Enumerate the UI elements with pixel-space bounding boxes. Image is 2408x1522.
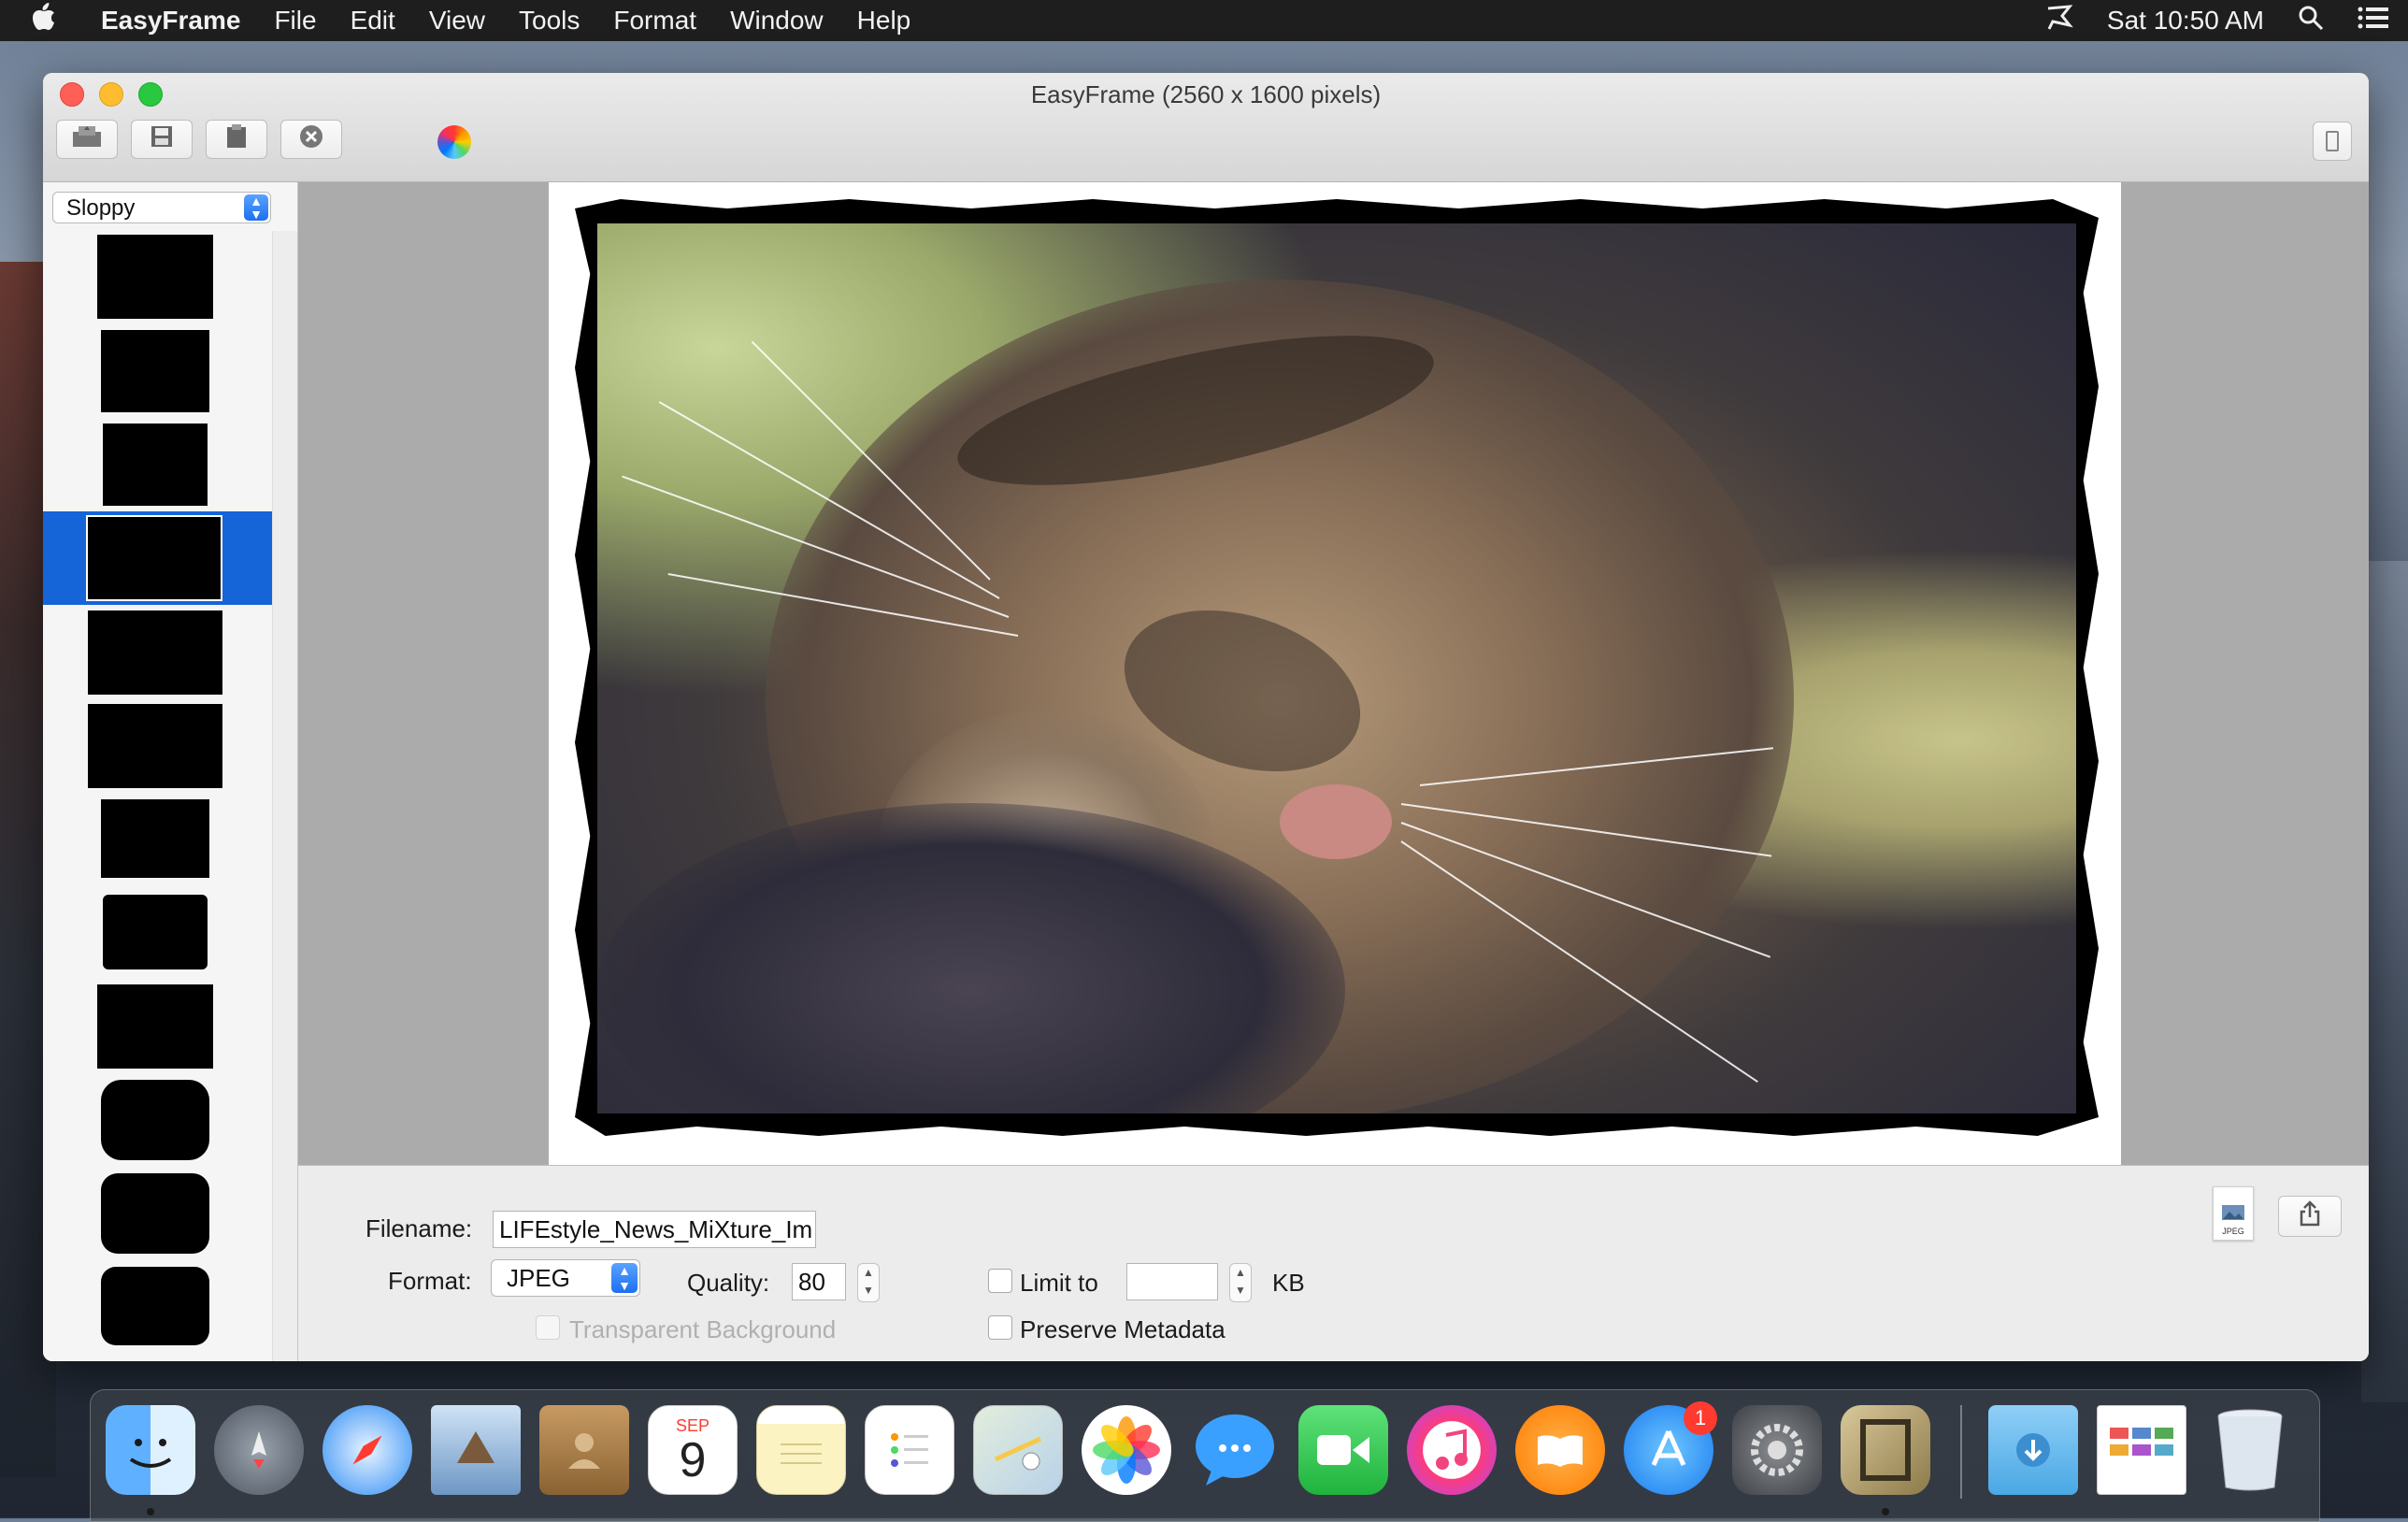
chevron-updown-icon: ▲ ▼ bbox=[611, 1263, 638, 1293]
share-icon bbox=[2300, 1199, 2320, 1233]
frame-thumbnail[interactable] bbox=[43, 1072, 273, 1166]
frame-thumbnail[interactable] bbox=[43, 1166, 273, 1259]
notes-icon[interactable] bbox=[756, 1405, 846, 1495]
frame-thumbnail[interactable] bbox=[43, 605, 273, 698]
share-button[interactable] bbox=[2278, 1196, 2342, 1237]
calendar-day: 9 bbox=[679, 1432, 707, 1487]
easyframe-window: EasyFrame (2560 x 1600 pixels) Sloppy ▲ … bbox=[43, 73, 2369, 1361]
frame-style-select[interactable]: Sloppy ▲ ▼ bbox=[52, 192, 271, 223]
quality-field[interactable]: 80 bbox=[792, 1263, 846, 1300]
menu-bar: EasyFrame File Edit View Tools Format Wi… bbox=[0, 0, 2408, 41]
app-store-badge: 1 bbox=[1684, 1401, 1717, 1435]
close-image-icon bbox=[298, 123, 324, 156]
launchpad-icon[interactable] bbox=[214, 1405, 304, 1495]
export-panel: Filename: LIFEstyle_News_MiXture_Im Form… bbox=[298, 1165, 2369, 1361]
close-image-button[interactable] bbox=[280, 120, 342, 159]
frame-thumbnail[interactable] bbox=[43, 418, 273, 511]
transparent-background-label: Transparent Background bbox=[569, 1315, 837, 1343]
limit-size-checkbox[interactable] bbox=[988, 1269, 1012, 1293]
limit-size-stepper[interactable]: ▲ ▼ bbox=[1229, 1263, 1252, 1302]
frame-thumbnail[interactable] bbox=[43, 885, 273, 979]
frame-thumbnail[interactable] bbox=[43, 792, 273, 885]
copy-to-clipboard-button[interactable] bbox=[206, 120, 267, 159]
limit-to-label: Limit to bbox=[1020, 1269, 1098, 1297]
menu-format[interactable]: Format bbox=[613, 6, 696, 36]
frame-thumbnail[interactable] bbox=[43, 1259, 273, 1353]
menu-view[interactable]: View bbox=[429, 6, 485, 36]
limit-size-field[interactable] bbox=[1126, 1263, 1218, 1300]
preview-document-icon[interactable] bbox=[2097, 1405, 2186, 1495]
app-store-icon[interactable]: 1 bbox=[1624, 1401, 1717, 1495]
frame-thumbnail[interactable] bbox=[43, 324, 273, 418]
title-bar: EasyFrame (2560 x 1600 pixels) bbox=[43, 73, 2369, 182]
menu-tools[interactable]: Tools bbox=[519, 6, 580, 36]
color-wheel-icon[interactable] bbox=[437, 125, 471, 159]
calendar-icon[interactable]: SEP 9 bbox=[648, 1405, 738, 1495]
frame-thumbnail[interactable] bbox=[43, 698, 273, 792]
photos-icon[interactable] bbox=[1082, 1405, 1171, 1495]
downloads-folder-icon[interactable] bbox=[1988, 1405, 2078, 1495]
thumbnail-scrollbar[interactable] bbox=[272, 231, 297, 1361]
safari-icon[interactable] bbox=[322, 1405, 412, 1495]
jpeg-file-icon bbox=[2221, 1204, 2245, 1227]
format-select[interactable]: JPEG ▲ ▼ bbox=[491, 1259, 640, 1297]
jpeg-badge: JPEG bbox=[2222, 1227, 2244, 1236]
menu-help[interactable]: Help bbox=[857, 6, 911, 36]
save-button[interactable] bbox=[131, 120, 193, 159]
spotlight-search-icon[interactable] bbox=[2298, 5, 2324, 37]
running-indicator bbox=[147, 1508, 154, 1515]
filename-label: Filename: bbox=[366, 1214, 473, 1242]
mail-icon[interactable] bbox=[431, 1405, 521, 1495]
kb-unit-label: KB bbox=[1272, 1269, 1305, 1297]
trash-icon[interactable] bbox=[2205, 1405, 2295, 1495]
menu-app-name[interactable]: EasyFrame bbox=[101, 6, 240, 36]
status-flag-icon[interactable] bbox=[2045, 4, 2073, 37]
menu-window[interactable]: Window bbox=[730, 6, 824, 36]
filename-field[interactable]: LIFEstyle_News_MiXture_Im bbox=[493, 1211, 816, 1248]
notification-center-icon[interactable] bbox=[2358, 6, 2389, 36]
frame-thumbnail-list[interactable] bbox=[43, 231, 273, 1361]
format-value: JPEG bbox=[507, 1264, 570, 1292]
facetime-icon[interactable] bbox=[1298, 1405, 1388, 1495]
open-image-button[interactable] bbox=[56, 120, 118, 159]
contacts-icon[interactable] bbox=[539, 1405, 629, 1495]
sidebar-toggle-icon bbox=[2326, 131, 2339, 151]
ibooks-icon[interactable] bbox=[1515, 1405, 1605, 1495]
system-preferences-icon[interactable] bbox=[1732, 1405, 1822, 1495]
framed-image-preview bbox=[549, 182, 2121, 1165]
menu-edit[interactable]: Edit bbox=[351, 6, 395, 36]
maps-icon[interactable] bbox=[973, 1405, 1063, 1495]
frame-style-value: Sloppy bbox=[66, 195, 136, 221]
chevron-updown-icon: ▲ ▼ bbox=[244, 194, 268, 221]
preserve-metadata-label: Preserve Metadata bbox=[1020, 1315, 1226, 1343]
preview-canvas bbox=[298, 182, 2369, 1165]
export-file-button[interactable]: JPEG bbox=[2213, 1186, 2254, 1241]
messages-icon[interactable] bbox=[1190, 1405, 1280, 1495]
quality-stepper[interactable]: ▲ ▼ bbox=[857, 1263, 880, 1302]
reminders-icon[interactable] bbox=[865, 1405, 954, 1495]
finder-icon[interactable] bbox=[106, 1405, 195, 1495]
open-image-icon bbox=[71, 124, 103, 155]
itunes-icon[interactable] bbox=[1407, 1405, 1497, 1495]
frame-thumbnail[interactable] bbox=[43, 979, 273, 1072]
dock-separator bbox=[1960, 1405, 1962, 1499]
menu-clock[interactable]: Sat 10:50 AM bbox=[2107, 6, 2264, 36]
easyframe-dock-icon[interactable] bbox=[1841, 1405, 1930, 1495]
apple-menu-icon[interactable] bbox=[32, 3, 79, 38]
frame-style-sidebar: Sloppy ▲ ▼ bbox=[43, 182, 298, 1361]
save-icon bbox=[150, 124, 174, 155]
format-label: Format: bbox=[388, 1267, 472, 1295]
frame-thumbnail-selected[interactable] bbox=[43, 511, 273, 605]
running-indicator bbox=[1882, 1508, 1889, 1515]
frame-thumbnail[interactable] bbox=[43, 231, 273, 324]
clipboard-icon bbox=[225, 123, 248, 156]
sidebar-toggle-button[interactable] bbox=[2313, 122, 2352, 161]
window-title: EasyFrame (2560 x 1600 pixels) bbox=[1030, 80, 1382, 108]
quality-label: Quality: bbox=[687, 1269, 770, 1297]
menu-file[interactable]: File bbox=[274, 6, 316, 36]
dock: SEP 9 1 bbox=[90, 1389, 2320, 1522]
preserve-metadata-checkbox[interactable] bbox=[988, 1315, 1012, 1340]
cat-photo bbox=[597, 223, 2076, 1113]
transparent-background-checkbox[interactable] bbox=[536, 1315, 560, 1340]
